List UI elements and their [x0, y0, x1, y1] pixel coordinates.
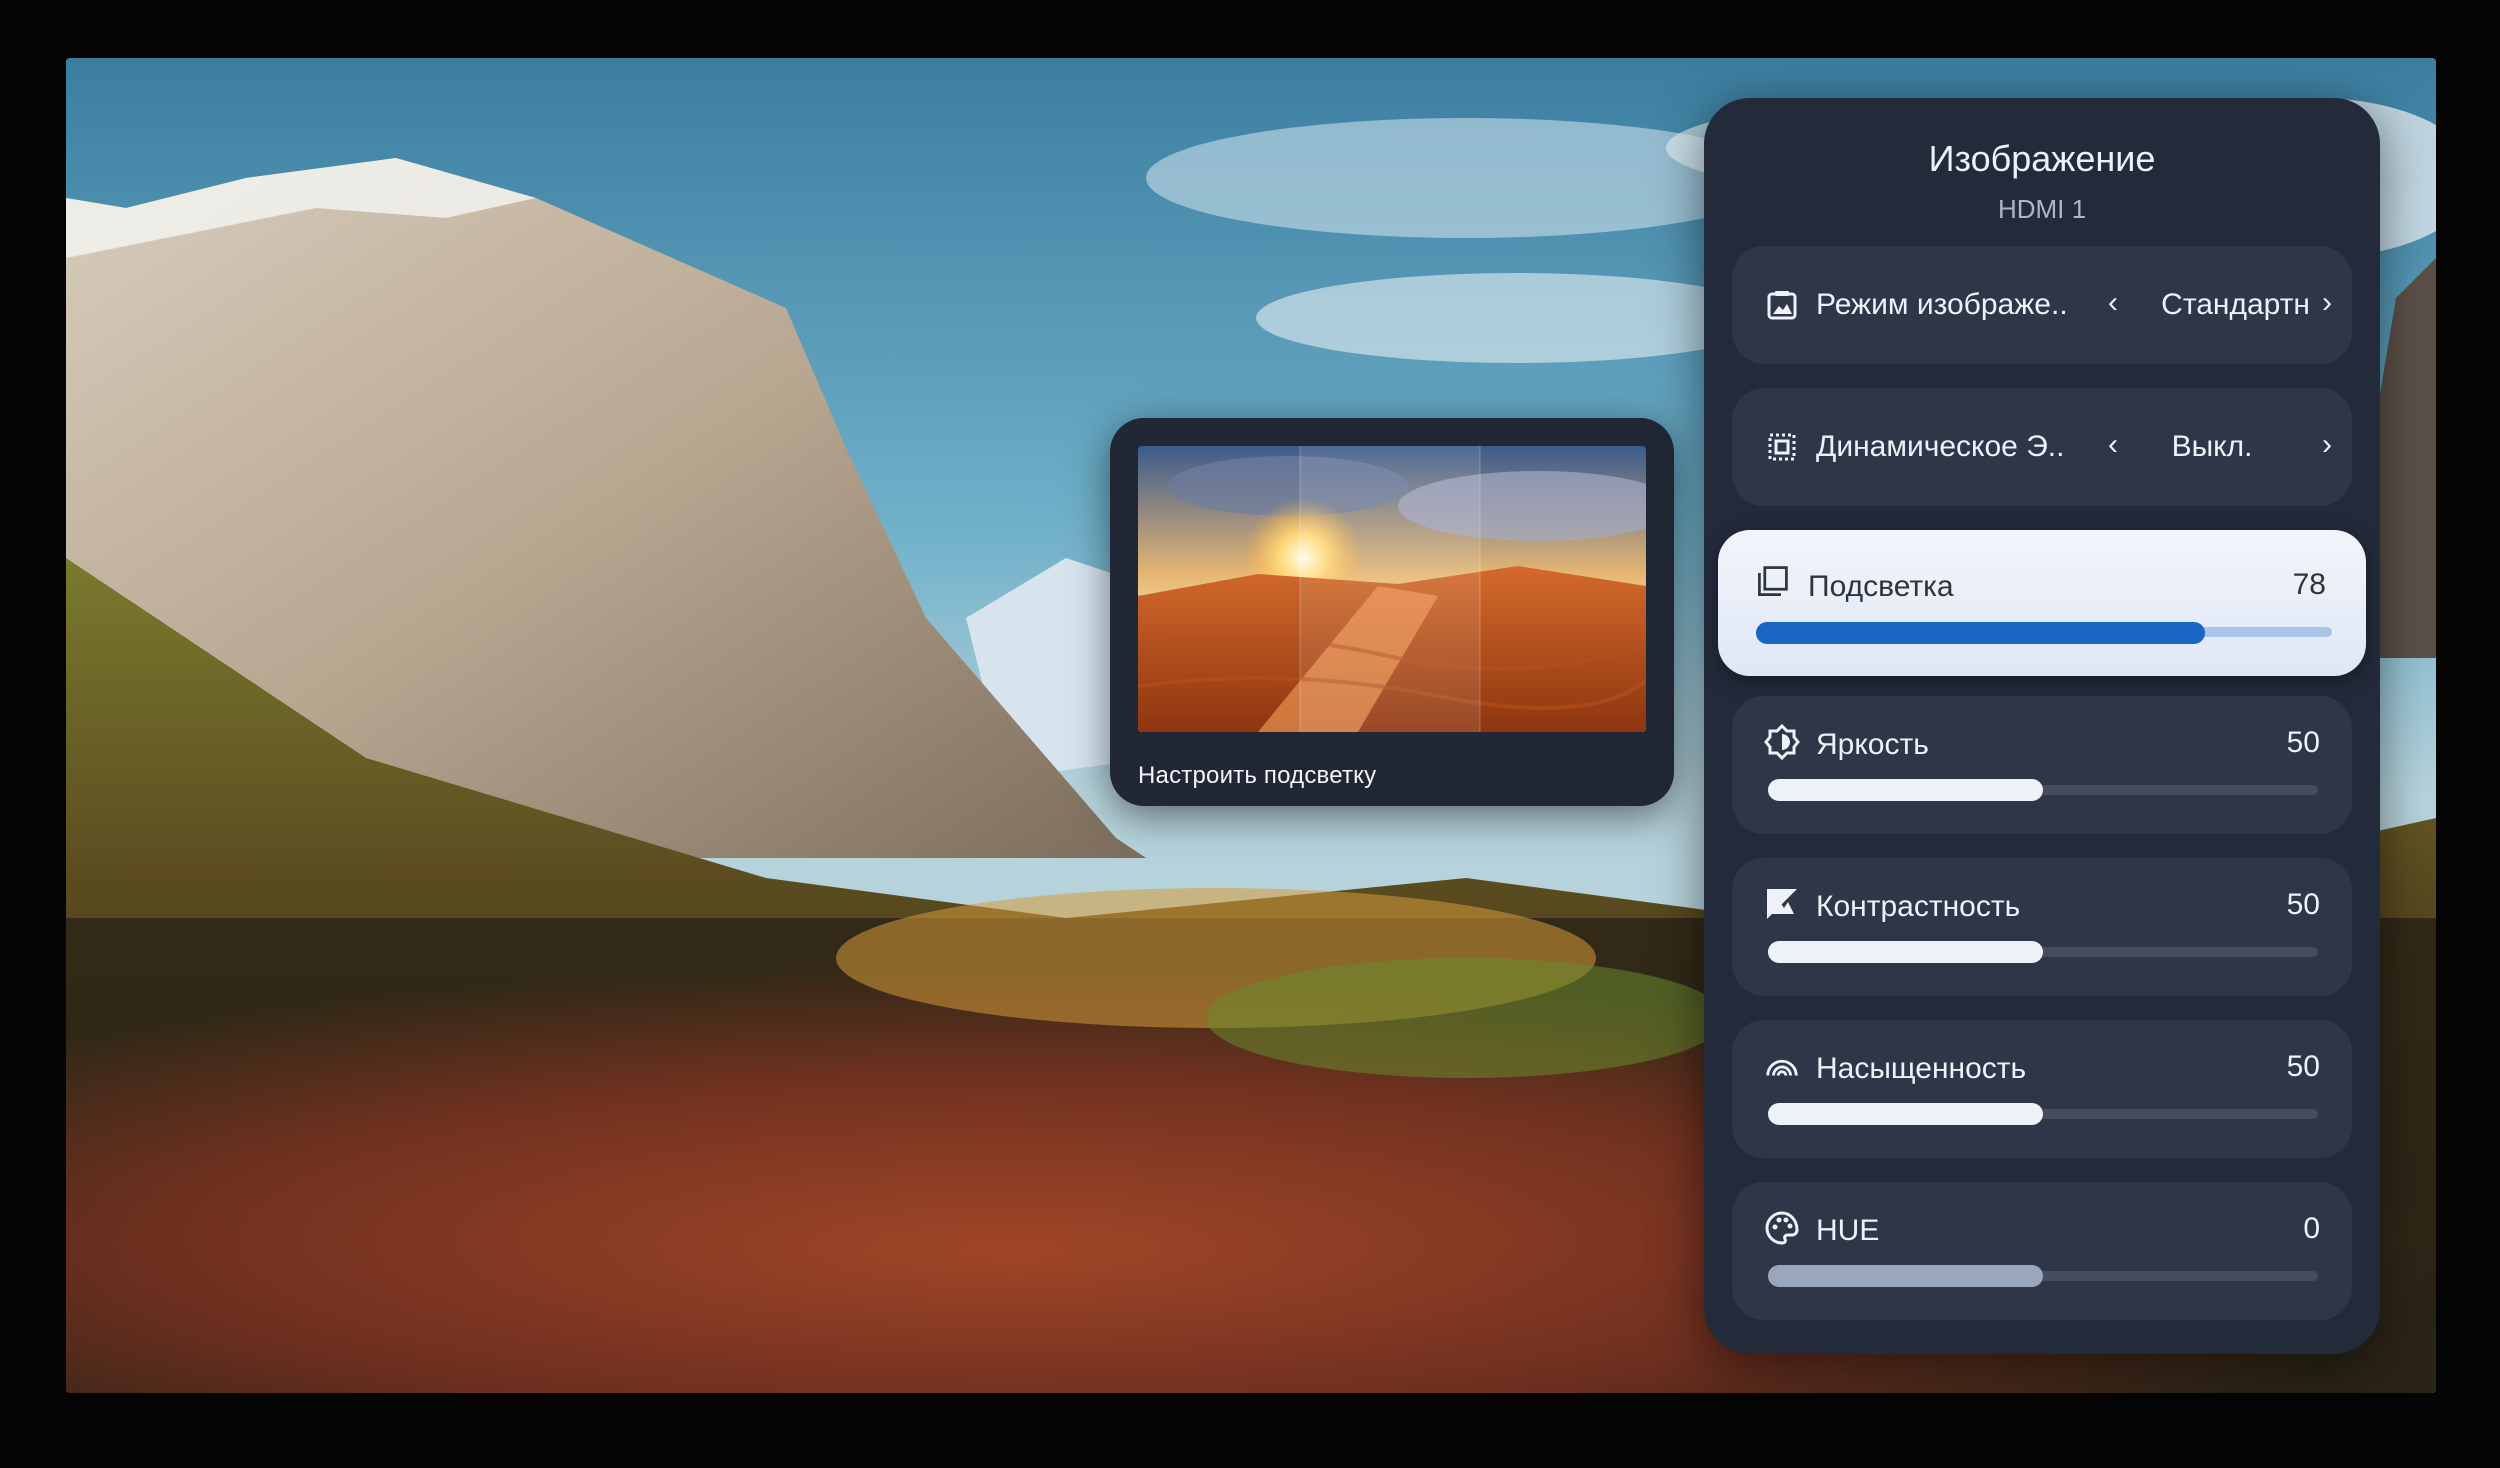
backlight-fill: [1756, 622, 2206, 644]
brightness-value: 50: [2286, 726, 2320, 759]
hue-fill: [1768, 1265, 2043, 1287]
contrast-track[interactable]: [1768, 941, 2318, 963]
palette-icon: [1764, 1210, 1800, 1246]
chevron-right-icon[interactable]: ›: [2322, 286, 2332, 320]
saturation-slider[interactable]: Насыщенность 50: [1732, 1020, 2352, 1158]
chevron-left-icon[interactable]: ‹: [2108, 286, 2118, 320]
brightness-label: Яркость: [1816, 728, 1929, 761]
backlight-preview-card: Настроить подсветку: [1110, 418, 1674, 806]
saturation-icon: [1764, 1048, 1800, 1084]
saturation-label: Насыщенность: [1816, 1052, 2027, 1085]
backlight-label: Подсветка: [1808, 570, 1954, 603]
backlight-icon: [1754, 564, 1790, 600]
picture-settings-panel: Изображение HDMI 1 Режим изображе.. ‹ Ст…: [1704, 98, 2380, 1354]
saturation-track[interactable]: [1768, 1103, 2318, 1125]
preview-caption: Настроить подсветку: [1138, 762, 1377, 789]
backlight-value: 78: [2292, 568, 2326, 601]
hue-value: 0: [2303, 1212, 2320, 1245]
dynamic-effect-label: Динамическое Э..: [1816, 430, 2065, 463]
chevron-left-icon[interactable]: ‹: [2108, 428, 2118, 462]
contrast-icon: [1764, 886, 1800, 922]
panel-title: Изображение: [1928, 138, 2156, 179]
contrast-label: Контрастность: [1816, 890, 2021, 923]
brightness-track[interactable]: [1768, 779, 2318, 801]
preview-image: [1138, 446, 1646, 732]
panel-subtitle: HDMI 1: [1997, 194, 2087, 224]
brightness-slider[interactable]: Яркость 50: [1732, 696, 2352, 834]
hue-slider[interactable]: HUE 0: [1732, 1182, 2352, 1320]
brightness-icon: [1764, 724, 1800, 760]
picture-mode-label: Режим изображе..: [1816, 288, 2068, 321]
backlight-slider[interactable]: Подсветка 78: [1718, 530, 2366, 676]
dynamic-effect-icon: [1764, 429, 1800, 465]
hue-track[interactable]: [1768, 1265, 2318, 1287]
hue-label: HUE: [1816, 1214, 1880, 1247]
backlight-track[interactable]: [1756, 622, 2332, 644]
chevron-right-icon[interactable]: ›: [2322, 428, 2332, 462]
picture-mode-selector[interactable]: Режим изображе.. ‹ Стандартн ›: [1732, 246, 2352, 364]
contrast-slider[interactable]: Контрастность 50: [1732, 858, 2352, 996]
picture-mode-value: Стандартн: [2161, 288, 2310, 321]
brightness-fill: [1768, 779, 2043, 801]
contrast-value: 50: [2286, 888, 2320, 921]
saturation-fill: [1768, 1103, 2043, 1125]
saturation-value: 50: [2286, 1050, 2320, 1083]
dynamic-effect-selector[interactable]: Динамическое Э.. ‹ Выкл. ›: [1732, 388, 2352, 506]
picture-mode-icon: [1764, 287, 1800, 323]
dynamic-effect-value: Выкл.: [2171, 430, 2253, 463]
contrast-fill: [1768, 941, 2043, 963]
